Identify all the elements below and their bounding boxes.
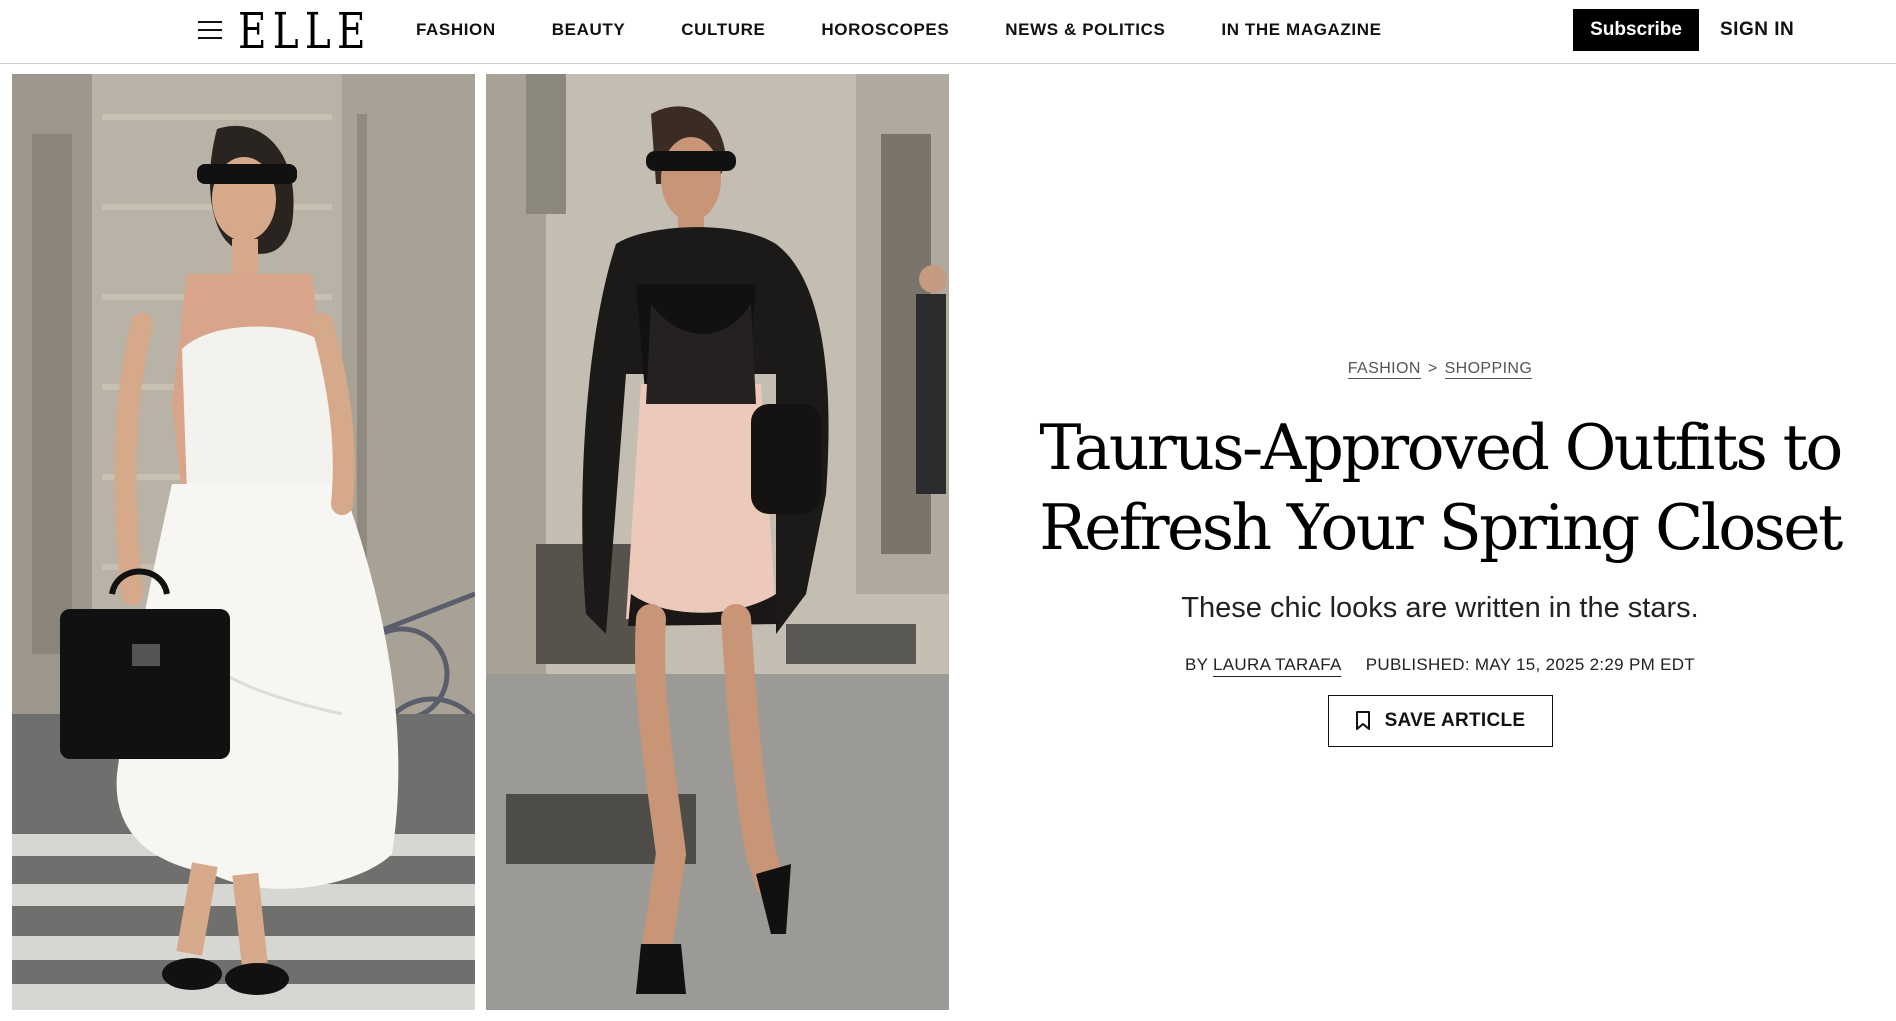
nav-item-horoscopes[interactable]: HOROSCOPES: [821, 20, 949, 40]
main-nav: FASHION BEAUTY CULTURE HOROSCOPES NEWS &…: [416, 0, 1438, 60]
author-link[interactable]: LAURA TARAFA: [1213, 655, 1341, 677]
nav-item-fashion[interactable]: FASHION: [416, 20, 496, 40]
headline-line-1: Taurus-Approved Outfits to: [1039, 411, 1843, 484]
save-article-wrap: SAVE ARTICLE: [990, 695, 1890, 747]
hero-image-leather-jacket: [486, 74, 949, 1010]
nav-item-beauty[interactable]: BEAUTY: [552, 20, 626, 40]
subscribe-button[interactable]: Subscribe: [1573, 9, 1699, 51]
hamburger-menu-icon[interactable]: [198, 19, 224, 39]
breadcrumb: FASHION > SHOPPING: [990, 360, 1890, 379]
sign-in-link[interactable]: SIGN IN: [1720, 9, 1794, 51]
leather-jacket-photo: [486, 74, 949, 1010]
elle-logo[interactable]: ELLE: [238, 2, 372, 60]
breadcrumb-shopping[interactable]: SHOPPING: [1444, 360, 1533, 379]
hero-image-white-dress: [12, 74, 475, 1010]
published-date: PUBLISHED: MAY 15, 2025 2:29 PM EDT: [1365, 655, 1695, 674]
save-article-button[interactable]: SAVE ARTICLE: [1327, 695, 1553, 747]
white-dress-photo: [12, 74, 475, 1010]
article-header: FASHION > SHOPPING Taurus-Approved Outfits…: [990, 360, 1890, 747]
breadcrumb-separator: >: [1427, 360, 1438, 377]
save-article-label: SAVE ARTICLE: [1384, 710, 1526, 731]
nav-item-culture[interactable]: CULTURE: [681, 20, 765, 40]
headline-line-2: Refresh Your Spring Closet: [1039, 491, 1843, 564]
article-dek: These chic looks are written in the star…: [1181, 592, 1699, 624]
byline: BY LAURA TARAFA PUBLISHED: MAY 15, 2025 …: [990, 655, 1890, 677]
byline-prefix: BY: [1185, 655, 1208, 674]
article-headline: Taurus-Approved Outfits to Refresh Your …: [990, 408, 1890, 568]
breadcrumb-fashion[interactable]: FASHION: [1347, 360, 1421, 379]
nav-item-news-politics[interactable]: NEWS & POLITICS: [1005, 20, 1165, 40]
site-header: ELLE FASHION BEAUTY CULTURE HOROSCOPES N…: [0, 0, 1896, 64]
bookmark-icon: [1355, 711, 1370, 730]
nav-item-in-the-magazine[interactable]: IN THE MAGAZINE: [1221, 20, 1381, 40]
